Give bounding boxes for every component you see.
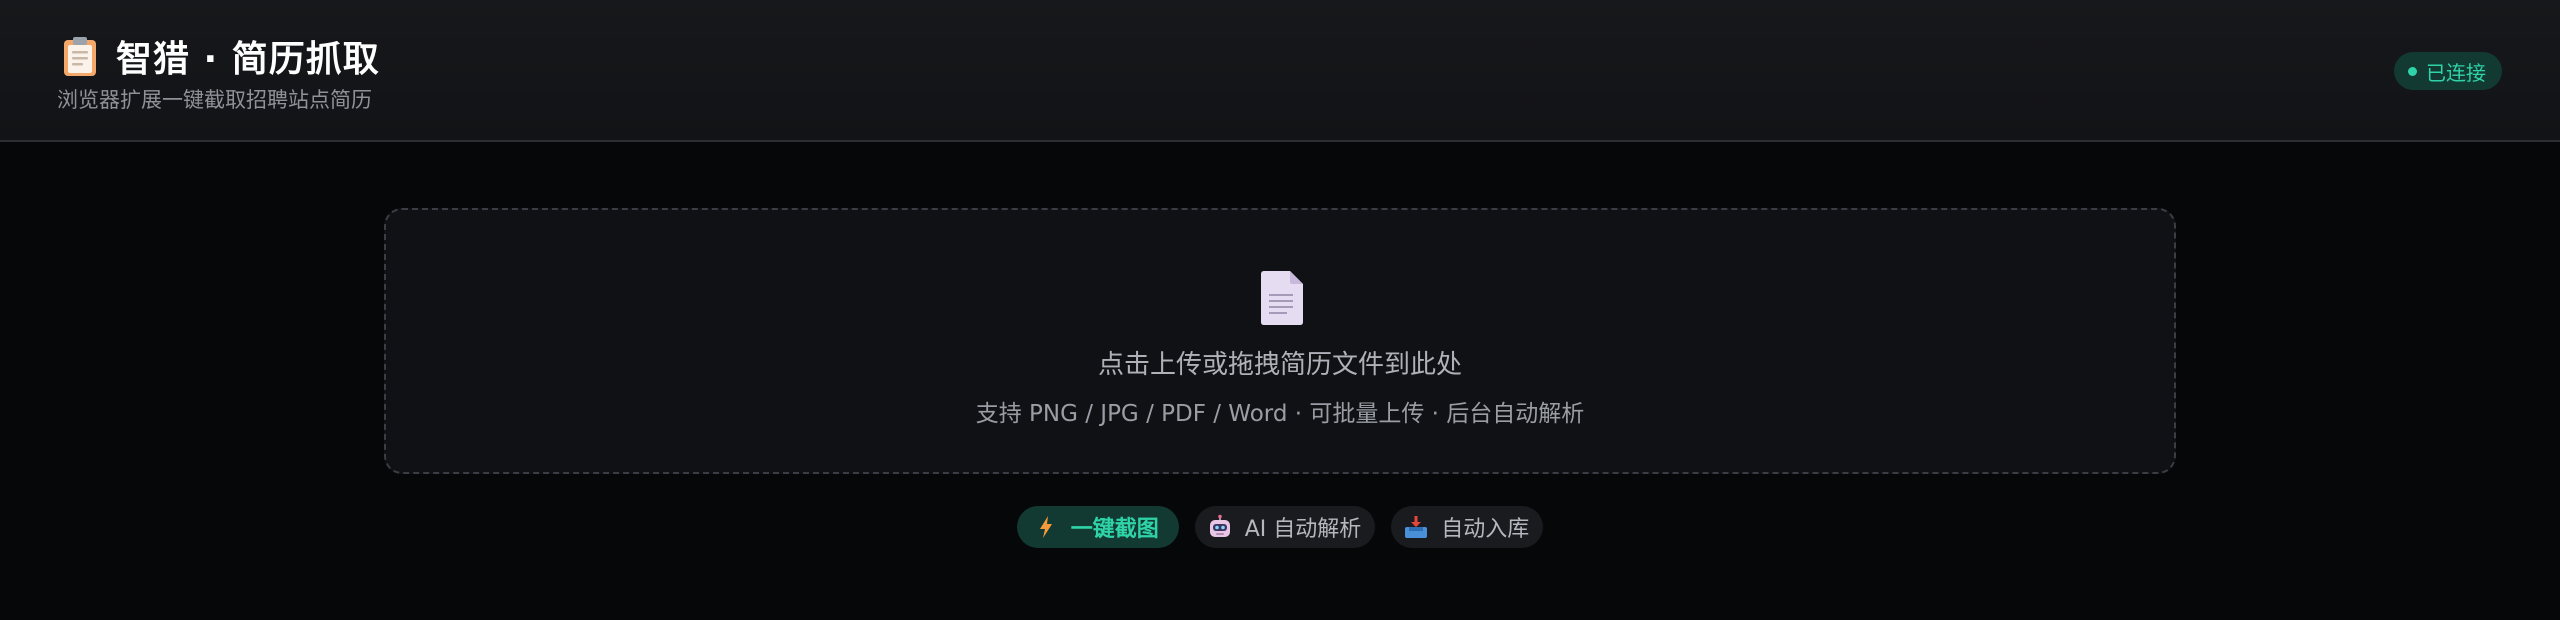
feature-chip-auto-store[interactable]: 自动入库 [1391,506,1544,548]
upload-dropzone[interactable]: 点击上传或拖拽简历文件到此处 支持 PNG / JPG / PDF / Word… [384,208,2176,474]
feature-chip-label: 自动入库 [1441,517,1530,542]
clipboard-icon [64,37,96,76]
status-dot-icon [2408,66,2417,76]
inbox-tray-icon [1405,516,1428,538]
feature-chip-label: AI 自动解析 [1244,517,1362,542]
app-subtitle: 浏览器扩展一键截取招聘站点简历 [57,88,372,112]
app-title: 智猎 · 简历抓取 [116,39,380,80]
status-label: 已连接 [2426,60,2486,85]
connection-status-badge: 已连接 [2394,52,2502,90]
robot-icon [1209,514,1230,537]
feature-chip-screenshot[interactable]: 一键截图 [1016,506,1179,548]
lightning-icon [1039,516,1052,538]
document-icon [1261,271,1303,325]
feature-chip-ai-parse[interactable]: AI 自动解析 [1194,506,1376,548]
upload-hint: 支持 PNG / JPG / PDF / Word · 可批量上传 · 后台自动… [975,401,1585,427]
app-header: 智猎 · 简历抓取 浏览器扩展一键截取招聘站点简历 已连接 [0,0,2560,142]
feature-chip-label: 一键截图 [1070,517,1159,542]
brand: 智猎 · 简历抓取 [58,30,380,82]
upload-title: 点击上传或拖拽简历文件到此处 [1097,350,1462,380]
feature-chips: 一键截图 AI 自动解析 自动入库 [0,506,2560,548]
